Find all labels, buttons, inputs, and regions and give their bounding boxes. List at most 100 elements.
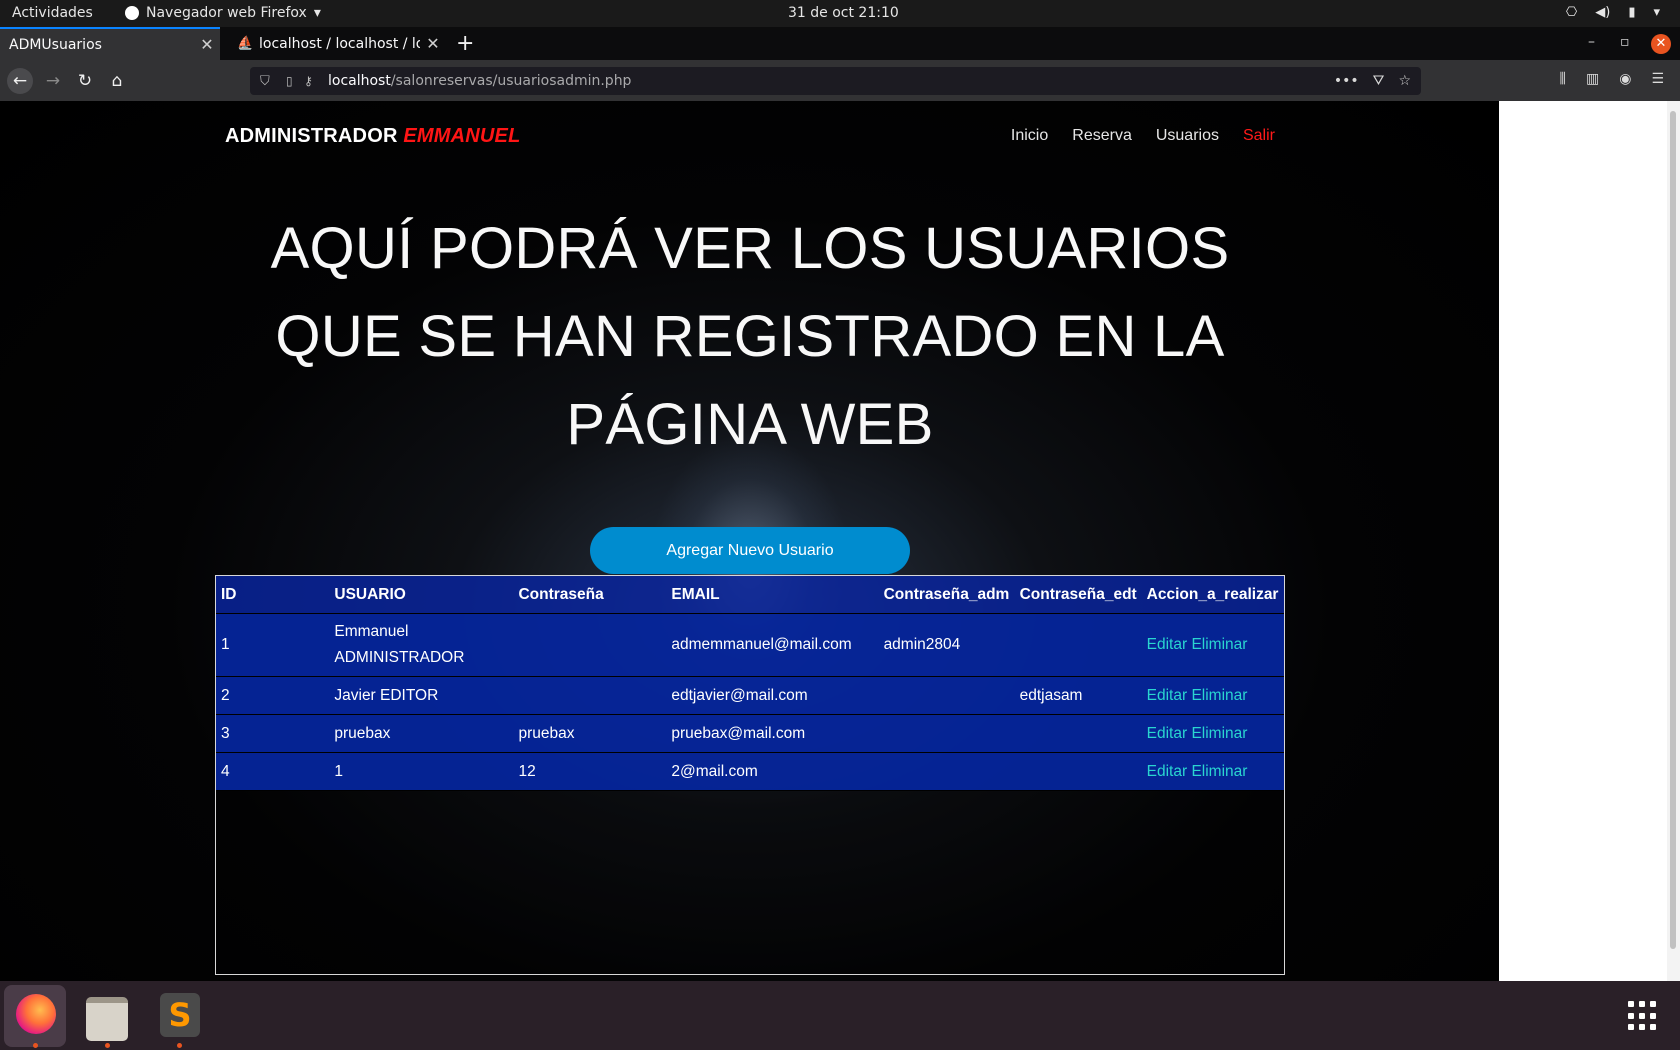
table-row: 2 Javier EDITOR edtjavier@mail.com edtja… — [216, 676, 1284, 715]
table-header-row: ID USUARIO Contraseña EMAIL Contraseña_a… — [216, 576, 1284, 614]
library-icon[interactable]: ⫼ — [1560, 71, 1566, 87]
window-close-button[interactable]: ✕ — [1651, 34, 1671, 54]
reload-button[interactable]: ↻ — [72, 68, 98, 94]
cell-contrasena — [513, 613, 667, 677]
back-button[interactable]: ← — [7, 68, 33, 94]
cell-usuario: Emmanuel ADMINISTRADOR — [329, 613, 514, 677]
tab-strip: ADMUsuarios ✕ ⛵ localhost / localhost / … — [0, 27, 1680, 60]
toolbar-right: ⫼ ▥ ◉ ☰ — [1560, 71, 1664, 87]
menu-icon[interactable]: ☰ — [1651, 71, 1664, 87]
minimize-button[interactable]: – — [1588, 34, 1595, 50]
delete-link[interactable]: Eliminar — [1191, 636, 1247, 653]
edit-link[interactable]: Editar — [1147, 725, 1188, 742]
cell-contrasena-adm: admin2804 — [878, 613, 1015, 677]
cell-id: 2 — [216, 676, 330, 715]
system-tray[interactable]: ⎔ ◀) ▮ ▾ — [1566, 5, 1660, 20]
dock-sublime-text[interactable]: S — [148, 985, 210, 1048]
restore-button[interactable]: ▫ — [1620, 34, 1630, 50]
site-nav: Inicio Reserva Usuarios Salir — [1011, 127, 1275, 145]
close-icon[interactable]: ✕ — [194, 35, 220, 54]
running-indicator — [105, 1043, 110, 1048]
brand-prefix: ADMINISTRADOR — [225, 125, 398, 147]
cell-usuario: 1 — [329, 752, 514, 791]
nav-inicio[interactable]: Inicio — [1011, 127, 1048, 145]
key-icon[interactable]: ⚷ — [304, 74, 324, 88]
page-viewport: ADMINISTRADOR EMMANUEL Inicio Reserva Us… — [0, 101, 1680, 981]
cell-accion: Editar Eliminar — [1141, 714, 1284, 753]
battery-icon: ▮ — [1628, 5, 1636, 20]
navigation-toolbar: ← → ↻ ⌂ ⛉ ▯ ⚷ localhost /salonreservas/u… — [0, 60, 1680, 101]
tab-admusuarios[interactable]: ADMUsuarios ✕ — [0, 27, 220, 60]
cell-contrasena: pruebax — [513, 714, 667, 753]
nav-salir[interactable]: Salir — [1243, 127, 1275, 145]
edit-link[interactable]: Editar — [1147, 763, 1188, 780]
cell-accion: Editar Eliminar — [1141, 752, 1284, 791]
cell-email: 2@mail.com — [666, 752, 879, 791]
cell-contrasena-edt: edtjasam — [1014, 676, 1142, 715]
users-table-container: ID USUARIO Contraseña EMAIL Contraseña_a… — [215, 575, 1285, 975]
cell-contrasena-adm — [878, 676, 1015, 715]
tab-phpmyadmin[interactable]: ⛵ localhost / localhost / loc ✕ — [228, 27, 446, 60]
cell-contrasena-adm — [878, 714, 1015, 753]
delete-link[interactable]: Eliminar — [1191, 687, 1247, 704]
url-host: localhost — [328, 73, 391, 89]
clock[interactable]: 31 de oct 21:10 — [788, 5, 899, 21]
header-contrasena-adm: Contraseña_adm — [878, 576, 1015, 614]
site-brand[interactable]: ADMINISTRADOR EMMANUEL — [225, 125, 521, 148]
url-bar[interactable]: ⛉ ▯ ⚷ localhost /salonreservas/usuariosa… — [250, 67, 1421, 95]
new-tab-button[interactable]: + — [456, 31, 474, 56]
edit-link[interactable]: Editar — [1147, 636, 1188, 653]
firefox-icon — [16, 994, 56, 1034]
close-icon[interactable]: ✕ — [420, 34, 446, 53]
page-icon[interactable]: ▯ — [286, 74, 300, 88]
app-menu[interactable]: Navegador web Firefox ▾ — [125, 5, 321, 21]
home-button[interactable]: ⌂ — [104, 68, 130, 94]
activities-button[interactable]: Actividades — [12, 5, 93, 21]
volume-icon: ◀) — [1595, 5, 1611, 20]
header-id: ID — [216, 576, 330, 614]
sublime-text-icon: S — [160, 993, 200, 1037]
header-accion: Accion_a_realizar — [1141, 576, 1284, 614]
dock: S — [0, 981, 1680, 1050]
add-user-button[interactable]: Agregar Nuevo Usuario — [590, 527, 910, 574]
delete-link[interactable]: Eliminar — [1191, 763, 1247, 780]
app-menu-label: Navegador web Firefox — [146, 5, 307, 21]
cell-contrasena — [513, 676, 667, 715]
system-top-bar: Actividades Navegador web Firefox ▾ 31 d… — [0, 0, 1680, 27]
running-indicator — [33, 1043, 38, 1048]
header-email: EMAIL — [666, 576, 879, 614]
table-row: 3 pruebax pruebax pruebax@mail.com Edita… — [216, 714, 1284, 753]
app-grid-icon[interactable] — [1628, 1001, 1658, 1031]
scrollbar-thumb[interactable] — [1670, 111, 1676, 949]
firefox-mini-icon — [125, 6, 139, 20]
url-path: /salonreservas/usuariosadmin.php — [390, 73, 632, 89]
table-row: 4 1 12 2@mail.com Editar Eliminar — [216, 752, 1284, 791]
account-icon[interactable]: ◉ — [1619, 71, 1631, 87]
edit-link[interactable]: Editar — [1147, 687, 1188, 704]
chevron-down-icon: ▾ — [1653, 5, 1660, 20]
cell-id: 3 — [216, 714, 330, 753]
sidebar-icon[interactable]: ▥ — [1586, 71, 1599, 87]
shield-icon[interactable]: ⛉ — [260, 74, 278, 89]
files-icon — [86, 997, 128, 1041]
cell-contrasena-edt — [1014, 752, 1142, 791]
running-indicator — [177, 1043, 182, 1048]
cell-usuario: Javier EDITOR — [329, 676, 514, 715]
cell-email: admemmanuel@mail.com — [666, 613, 879, 677]
dock-files[interactable] — [76, 985, 138, 1048]
delete-link[interactable]: Eliminar — [1191, 725, 1247, 742]
cell-accion: Editar Eliminar — [1141, 613, 1284, 677]
header-contrasena-edt: Contraseña_edt — [1014, 576, 1142, 614]
dock-firefox[interactable] — [4, 985, 66, 1048]
star-icon[interactable]: ☆ — [1398, 73, 1411, 89]
cell-email: edtjavier@mail.com — [666, 676, 879, 715]
pocket-icon[interactable]: ⛛ — [1373, 73, 1385, 89]
chevron-down-icon: ▾ — [313, 5, 321, 21]
nav-reserva[interactable]: Reserva — [1072, 127, 1132, 145]
forward-button[interactable]: → — [40, 68, 66, 94]
brand-name: EMMANUEL — [403, 125, 521, 147]
cell-contrasena: 12 — [513, 752, 667, 791]
page-actions-icon[interactable]: ••• — [1334, 73, 1359, 89]
nav-usuarios[interactable]: Usuarios — [1156, 127, 1219, 145]
page-scrollbar[interactable] — [1667, 101, 1680, 981]
